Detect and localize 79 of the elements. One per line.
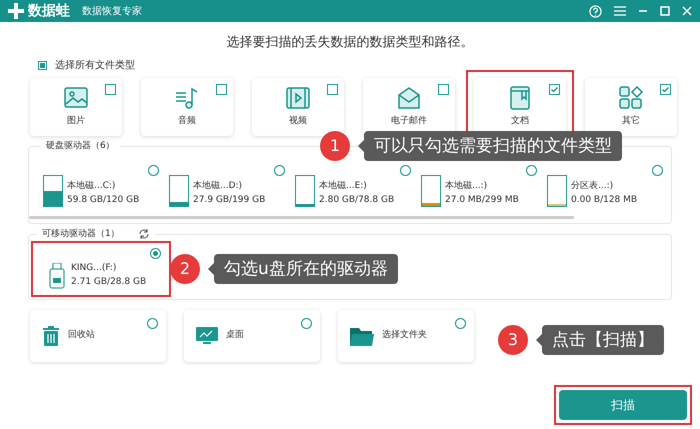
checkbox[interactable] [660, 84, 671, 94]
radio-button[interactable] [652, 165, 663, 176]
file-type-label: 视频 [289, 114, 307, 128]
location-card[interactable]: 选择文件夹 [338, 310, 474, 362]
checkbox[interactable] [327, 84, 338, 94]
select-all-checkbox[interactable] [38, 60, 47, 70]
drive-capacity: 2.71 GB/28.8 GB [71, 276, 146, 288]
file-type-label: 文档 [511, 114, 529, 128]
file-type-card[interactable]: 图片 [30, 78, 122, 136]
drive-item[interactable]: 分区表...:) 0.00 B/128 MB [547, 165, 669, 207]
envelope-icon [396, 84, 422, 111]
step-number: 2 [170, 254, 200, 284]
drive-name: 分区表...:) [571, 180, 614, 193]
checkbox[interactable] [105, 84, 116, 94]
scan-button[interactable]: 扫描 [559, 390, 687, 420]
location-label: 桌面 [226, 328, 244, 342]
refresh-icon[interactable] [138, 228, 150, 240]
checkbox[interactable] [216, 84, 227, 94]
checkbox[interactable] [438, 84, 449, 94]
panel-title: 硬盘驱动器（6） [45, 140, 116, 152]
file-type-card[interactable]: 视频 [252, 78, 344, 136]
drive-name: KING...(F:) [71, 262, 118, 275]
apps-icon [618, 84, 644, 111]
drive-item[interactable]: 本地磁...:) 27.0 MB/299 MB [421, 165, 543, 207]
file-type-card[interactable]: 电子邮件 [363, 78, 455, 136]
app-subtitle: 数据恢复专家 [82, 4, 142, 18]
select-all-label: 选择所有文件类型 [55, 58, 135, 72]
radio-button[interactable] [148, 165, 159, 176]
radio-button[interactable] [526, 165, 537, 176]
drive-name: 本地磁...C:) [67, 180, 116, 193]
drive-item[interactable]: KING...(F:) 2.71 GB/28.8 GB [33, 243, 169, 295]
location-card[interactable]: 回收站 [30, 310, 166, 362]
drive-capacity: 27.0 MB/299 MB [445, 194, 519, 206]
radio-button[interactable] [150, 248, 161, 259]
location-label: 回收站 [68, 328, 95, 342]
menu-icon[interactable] [614, 6, 626, 16]
help-icon[interactable] [589, 4, 602, 18]
page-heading: 选择要扫描的丢失数据的数据类型和路径。 [226, 34, 474, 52]
drive-capacity: 59.8 GB/120 GB [67, 194, 140, 206]
drive-item[interactable]: 本地磁...E:) 2.80 GB/78.8 GB [295, 165, 417, 207]
callout-tooltip: 勾选u盘所在的驱动器 [214, 254, 398, 284]
radio-button[interactable] [274, 165, 285, 176]
image-icon [63, 84, 89, 111]
drive-name: 本地磁...:) [445, 180, 488, 193]
drive-item[interactable]: 本地磁...D:) 27.9 GB/199 GB [169, 165, 291, 207]
step-number: 1 [320, 131, 350, 161]
step-number: 3 [498, 325, 528, 355]
location-card[interactable]: 桌面 [184, 310, 320, 362]
monitor-icon [196, 326, 218, 344]
file-type-label: 电子邮件 [391, 114, 427, 128]
film-icon [285, 84, 311, 111]
logo-icon [8, 3, 24, 19]
maximize-icon[interactable] [660, 6, 670, 16]
trash-icon [42, 326, 60, 346]
radio-button[interactable] [147, 318, 158, 328]
radio-button[interactable] [400, 165, 411, 176]
folder-icon [350, 326, 374, 346]
radio-button[interactable] [455, 318, 466, 328]
drive-capacity: 0.00 B/128 MB [571, 194, 638, 206]
close-icon[interactable] [682, 6, 692, 16]
file-type-card[interactable]: 其它 [585, 78, 677, 136]
usb-drive-icon [49, 263, 65, 289]
panel-title: 可移动驱动器（1） [42, 228, 120, 240]
drive-capacity: 27.9 GB/199 GB [193, 194, 266, 206]
file-type-card[interactable]: 音频 [141, 78, 233, 136]
drive-item[interactable]: 本地磁...C:) 59.8 GB/120 GB [43, 165, 165, 207]
app-name: 数据蛙 [28, 2, 70, 20]
scrollbar-icon[interactable] [29, 216, 574, 218]
drive-name: 本地磁...D:) [193, 180, 244, 193]
checkbox[interactable] [549, 84, 560, 94]
radio-button[interactable] [301, 318, 312, 328]
callout-tooltip: 点击【扫描】 [542, 325, 664, 355]
file-type-label: 音频 [178, 114, 196, 128]
file-type-label: 图片 [67, 114, 85, 128]
drive-capacity: 2.80 GB/78.8 GB [319, 194, 394, 206]
drive-name: 本地磁...E:) [319, 180, 368, 193]
callout-tooltip: 可以只勾选需要扫描的文件类型 [364, 131, 622, 161]
file-type-label: 其它 [622, 114, 640, 128]
location-label: 选择文件夹 [382, 328, 427, 342]
